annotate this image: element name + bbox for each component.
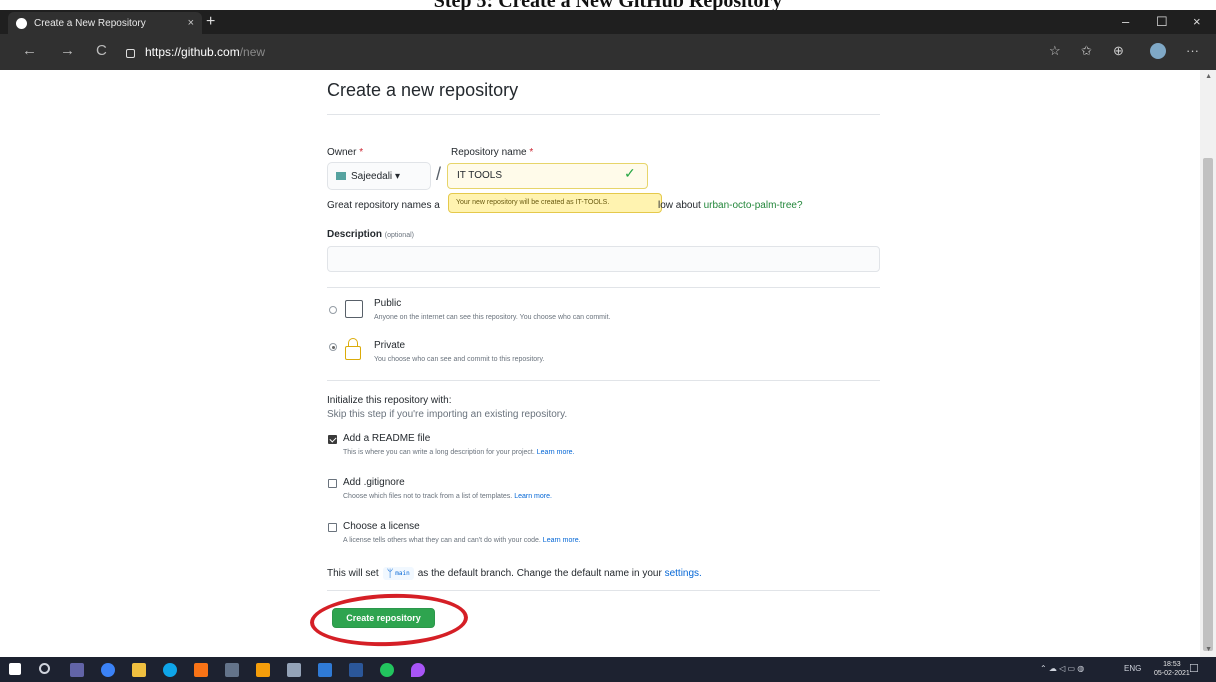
url-host: https://github.com	[145, 45, 240, 59]
repo-name-tooltip: Your new repository will be created as I…	[448, 193, 662, 213]
divider	[327, 590, 880, 591]
forward-button[interactable]: →	[60, 42, 75, 59]
tab-title: Create a New Repository	[34, 17, 146, 29]
private-desc: You choose who can see and commit to thi…	[374, 356, 545, 363]
license-desc: A license tells others what they can and…	[343, 537, 581, 544]
page-title: Create a new repository	[327, 80, 519, 100]
language-indicator[interactable]: ENG	[1124, 664, 1141, 673]
address-bar[interactable]: https://github.com/new	[126, 40, 1026, 64]
clock[interactable]: 18:53 05-02-2021	[1154, 660, 1190, 678]
gitignore-checkbox[interactable]	[328, 479, 337, 488]
init-title: Initialize this repository with:	[327, 395, 452, 406]
search-icon[interactable]	[39, 663, 50, 674]
new-tab-button[interactable]: +	[206, 13, 215, 31]
favorites-icon[interactable]: ✩	[1081, 43, 1092, 59]
back-button[interactable]: ←	[22, 42, 37, 59]
readme-title: Add a README file	[343, 433, 431, 444]
repo-icon	[345, 300, 363, 318]
gitignore-desc: Choose which files not to track from a l…	[343, 493, 552, 500]
brave-icon[interactable]	[194, 663, 208, 677]
default-branch-note: This will set ᛘ main as the default branc…	[327, 567, 702, 580]
vlc-icon[interactable]	[256, 663, 270, 677]
scroll-up-icon[interactable]: ▲	[1205, 73, 1212, 80]
browser-titlebar: Create a New Repository × + – ☐ ×	[0, 10, 1216, 34]
license-title: Choose a license	[343, 521, 420, 532]
owner-value: Sajeedali	[351, 170, 393, 182]
url-path: /new	[239, 45, 266, 59]
divider	[327, 287, 880, 288]
file-explorer-icon[interactable]	[132, 663, 146, 677]
collections-icon[interactable]: ⊕	[1113, 43, 1124, 59]
learn-more-link[interactable]: Learn more.	[537, 449, 575, 456]
repo-name-input[interactable]: IT TOOLS	[447, 163, 648, 189]
branch-badge: ᛘ main	[382, 567, 414, 580]
check-icon: ✓	[624, 165, 636, 181]
owner-label: Owner *	[327, 147, 364, 158]
name-suggestion: low about urban-octo-palm-tree?	[658, 200, 803, 211]
public-title: Public	[374, 298, 402, 309]
learn-more-link[interactable]: Learn more.	[543, 537, 581, 544]
public-desc: Anyone on the internet can see this repo…	[374, 314, 611, 321]
description-label: Description (optional)	[327, 229, 414, 240]
owner-select[interactable]: Sajeedali ▾	[327, 162, 431, 190]
divider	[327, 380, 880, 381]
close-window-button[interactable]: ×	[1193, 14, 1201, 29]
dropper-icon[interactable]	[411, 663, 425, 677]
scroll-thumb[interactable]	[1203, 158, 1213, 651]
document-heading-text: Step 5: Create a New GitHub Repository	[0, 0, 1216, 10]
scroll-down-icon[interactable]: ▼	[1205, 646, 1212, 653]
app-icon[interactable]	[225, 663, 239, 677]
chrome-icon[interactable]	[380, 663, 394, 677]
minimize-button[interactable]: –	[1122, 14, 1129, 29]
browser-icon[interactable]	[101, 663, 115, 677]
settings-link[interactable]: settings.	[665, 568, 702, 579]
reading-list-icon[interactable]: ☆	[1049, 43, 1061, 59]
document-heading: Step 5: Create a New GitHub Repository	[0, 0, 1216, 10]
suggestion-link[interactable]: urban-octo-palm-tree?	[704, 200, 803, 211]
radio-private[interactable]	[329, 343, 337, 351]
owner-avatar	[336, 172, 346, 180]
private-title: Private	[374, 340, 406, 351]
reload-button[interactable]: C	[96, 42, 107, 59]
create-repository-button[interactable]: Create repository	[332, 608, 435, 628]
vscode-icon[interactable]	[318, 663, 332, 677]
screenshot: Step 5: Create a New GitHub Repository C…	[0, 0, 1216, 682]
word-icon[interactable]	[349, 663, 363, 677]
learn-more-link[interactable]: Learn more.	[514, 493, 552, 500]
gitignore-title: Add .gitignore	[343, 477, 405, 488]
more-icon[interactable]: ···	[1186, 43, 1199, 58]
lock-icon	[126, 48, 135, 58]
profile-icon[interactable]	[1150, 43, 1166, 59]
notifications-icon[interactable]: ☐	[1189, 662, 1199, 675]
terminal-icon[interactable]	[287, 663, 301, 677]
maximize-button[interactable]: ☐	[1156, 14, 1168, 30]
chevron-down-icon: ▾	[394, 170, 400, 182]
teams-icon[interactable]	[70, 663, 84, 677]
branch-icon: ᛘ	[386, 567, 394, 580]
lock-icon	[345, 338, 361, 360]
readme-checkbox[interactable]	[328, 435, 337, 444]
repo-name-label: Repository name *	[451, 147, 534, 158]
init-subtitle: Skip this step if you're importing an ex…	[327, 409, 568, 420]
edge-icon[interactable]	[163, 663, 177, 677]
name-hint: Great repository names a	[327, 200, 440, 211]
browser-tab[interactable]: Create a New Repository ×	[8, 12, 202, 34]
readme-desc: This is where you can write a long descr…	[343, 449, 575, 456]
windows-taskbar: ⌃ ☁ ◁ ▭ ◍ ENG 18:53 05-02-2021 ☐	[0, 657, 1216, 682]
browser-toolbar: ← → C https://github.com/new ☆ ✩ ⊕ ···	[0, 34, 1216, 70]
divider	[327, 114, 880, 115]
tab-close-icon[interactable]: ×	[188, 17, 194, 29]
tray-icons[interactable]: ⌃ ☁ ◁ ▭ ◍	[1040, 664, 1084, 673]
start-icon[interactable]	[9, 663, 21, 675]
github-icon	[16, 17, 27, 29]
radio-public[interactable]	[329, 306, 337, 314]
vertical-scrollbar[interactable]: ▲ ▼	[1200, 70, 1216, 657]
license-checkbox[interactable]	[328, 523, 337, 532]
owner-repo-separator: /	[436, 164, 442, 184]
description-input[interactable]	[327, 246, 880, 272]
